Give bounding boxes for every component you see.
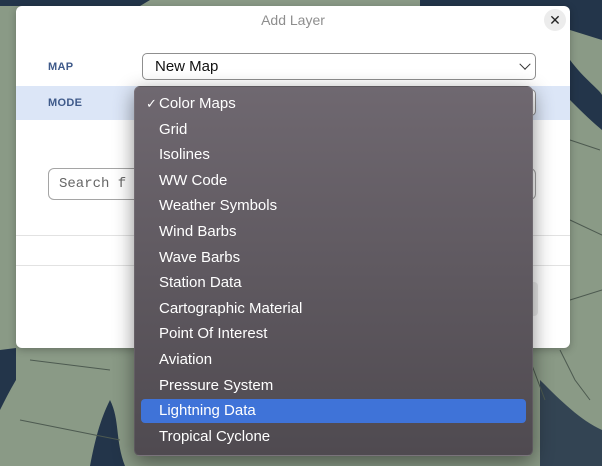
dropdown-option-label: Tropical Cyclone [159, 427, 271, 445]
dropdown-option-label: Isolines [159, 146, 210, 164]
dropdown-option[interactable]: Tropical Cyclone [141, 425, 526, 449]
map-label: MAP [48, 61, 74, 73]
dropdown-option[interactable]: Wave Barbs [141, 246, 526, 270]
dropdown-option[interactable]: Grid [141, 118, 526, 142]
dropdown-option[interactable]: Lightning Data [141, 399, 526, 424]
dropdown-option-label: WW Code [159, 171, 228, 189]
chevron-down-icon [519, 58, 531, 70]
dropdown-option[interactable]: Isolines [141, 143, 526, 167]
dialog-title: Add Layer [261, 12, 325, 28]
mode-dropdown-menu: ✓ Color Maps Grid Isolines WW Code Weather Sy… [134, 86, 533, 456]
dropdown-option-label: Station Data [159, 274, 242, 292]
dropdown-option[interactable]: Point Of Interest [141, 322, 526, 346]
dropdown-option-label: Grid [159, 120, 188, 138]
dropdown-option-label: Lightning Data [159, 402, 256, 420]
dropdown-option-label: Aviation [159, 351, 213, 368]
dropdown-option-label: Color Maps [159, 95, 236, 112]
dropdown-option-label: Pressure System [159, 376, 274, 394]
mode-label: MODE [48, 97, 83, 109]
map-select[interactable]: New Map [142, 53, 536, 80]
dropdown-option[interactable]: Cartographic Material [141, 297, 526, 321]
dropdown-option-label: Wind Barbs [159, 223, 237, 240]
close-icon[interactable]: ✕ [544, 9, 566, 31]
map-select-value: New Map [155, 58, 219, 75]
dropdown-option[interactable]: ✓ Color Maps [141, 92, 526, 116]
dropdown-option-label: Cartographic Material [159, 299, 303, 317]
dropdown-option[interactable]: Station Data [141, 271, 526, 295]
dropdown-option[interactable]: Pressure System [141, 374, 526, 398]
dropdown-option[interactable]: WW Code [141, 169, 526, 193]
dropdown-option-label: Point Of Interest [159, 325, 268, 343]
dropdown-option[interactable]: Aviation [141, 348, 526, 372]
map-row: MAP New Map [16, 50, 570, 84]
check-icon: ✓ [146, 96, 157, 111]
dropdown-option-label: Wave Barbs [159, 248, 241, 266]
dropdown-option-label: Weather Symbols [159, 197, 278, 215]
dropdown-option[interactable]: Wind Barbs [141, 220, 526, 244]
dropdown-option[interactable]: Weather Symbols [141, 194, 526, 218]
